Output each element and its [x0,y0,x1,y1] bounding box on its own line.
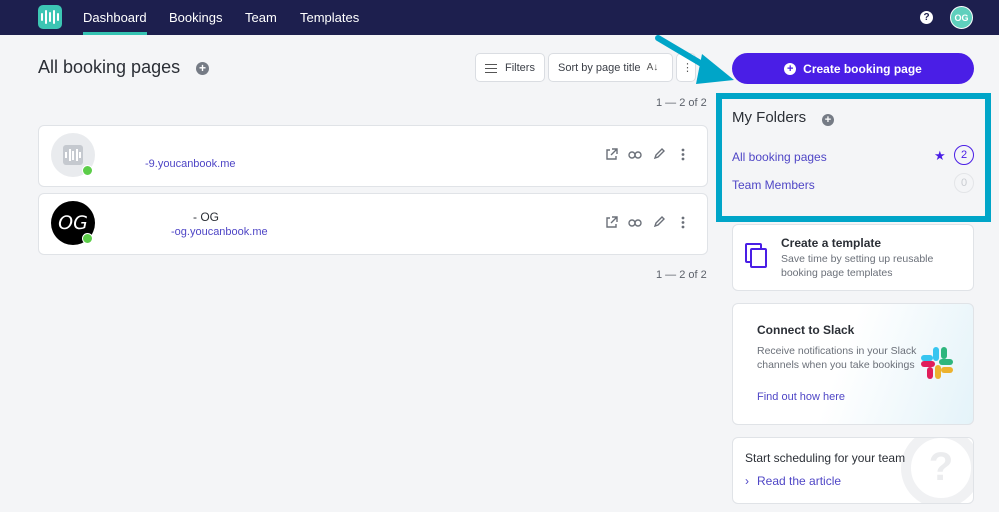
filters-button[interactable]: Filters [475,53,545,82]
more-vertical-icon[interactable] [675,216,691,232]
help-icon[interactable]: ? [920,11,933,24]
user-avatar[interactable]: OG [950,6,973,29]
add-page-icon[interactable]: + [196,62,209,75]
create-booking-page-label: Create booking page [803,61,922,76]
add-folder-icon[interactable]: + [822,114,834,126]
annotation-arrow-icon [655,35,734,84]
edit-pencil-icon[interactable] [651,216,667,232]
read-article-label: Read the article [757,474,842,488]
create-booking-page-button[interactable]: + Create booking page [732,53,974,84]
edit-pencil-icon[interactable] [651,148,667,164]
create-template-card[interactable]: Create a template Save time by setting u… [732,224,974,291]
nav-dashboard[interactable]: Dashboard [83,0,147,35]
open-external-icon[interactable] [603,148,619,164]
booking-page-link[interactable]: -9.youcanbook.me [145,158,236,170]
nav-bookings[interactable]: Bookings [169,0,222,35]
slack-card-description: Receive notifications in your Slack chan… [757,345,917,371]
nav-templates[interactable]: Templates [300,0,359,35]
slack-find-out-link[interactable]: Find out how here [757,391,845,403]
status-online-dot [82,165,93,176]
app-logo-icon[interactable] [38,5,62,29]
sort-label: Sort by page title [558,61,641,74]
booking-page-card[interactable]: OG - OG -og.youcanbook.me [38,193,708,255]
slack-logo-icon [921,347,953,379]
copy-link-icon[interactable] [627,216,643,232]
open-external-icon[interactable] [603,216,619,232]
nav-team[interactable]: Team [245,0,277,35]
pagination-top: 1 — 2 of 2 [656,97,707,109]
template-card-description: Save time by setting up reusable booking… [781,253,934,279]
team-scheduling-card: ? Start scheduling for your team › Read t… [732,437,974,504]
slack-card-title: Connect to Slack [757,323,855,337]
page-title: All booking pages [38,57,181,77]
folder-count-badge: 0 [954,173,974,193]
top-navigation-bar: Dashboard Bookings Team Templates ? OG [0,0,999,35]
copy-link-icon[interactable] [627,148,643,164]
connect-slack-card: Connect to Slack Receive notifications i… [732,303,974,425]
chevron-right-icon: › [745,474,749,488]
question-mark-decoration-icon: ? [901,438,973,503]
template-card-title: Create a template [781,236,882,250]
folder-count-badge: 2 [954,145,974,165]
folder-all-booking-pages[interactable]: All booking pages [732,150,827,164]
filter-sliders-icon [485,63,497,73]
default-logo-icon [63,145,83,165]
my-folders-panel: My Folders + All booking pages ★ 2 Team … [716,93,991,222]
booking-page-name: - OG [193,210,219,224]
template-pages-icon [745,243,769,269]
booking-page-link[interactable]: -og.youcanbook.me [171,226,268,238]
read-article-link[interactable]: › Read the article [745,474,841,488]
folder-team-members[interactable]: Team Members [732,178,815,192]
plus-circle-icon: + [784,62,797,75]
filters-label: Filters [505,61,535,74]
booking-page-card[interactable]: -9.youcanbook.me [38,125,708,187]
star-icon[interactable]: ★ [934,148,946,164]
team-card-title: Start scheduling for your team [745,451,906,465]
status-online-dot [82,233,93,244]
pagination-bottom: 1 — 2 of 2 [656,269,707,281]
more-vertical-icon[interactable] [675,148,691,164]
folders-title: My Folders [732,109,807,126]
